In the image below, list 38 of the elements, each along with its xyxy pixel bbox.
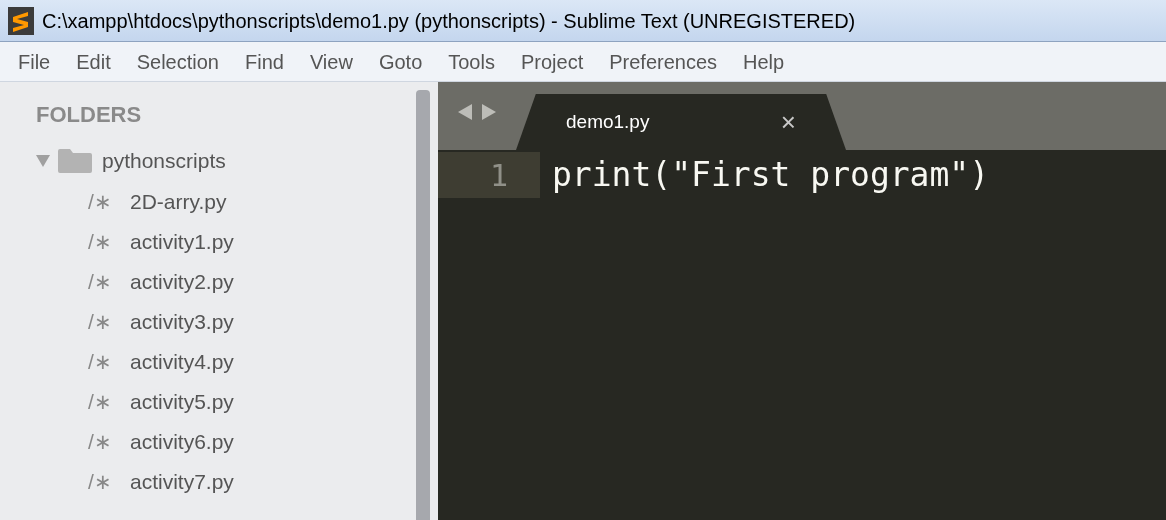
menu-item[interactable]: View [309, 46, 353, 77]
file-icon: /∗ [88, 266, 130, 298]
sidebar-heading: FOLDERS [36, 101, 143, 129]
file-icon: /∗ [88, 466, 130, 498]
file-icon: /∗ [88, 346, 130, 378]
file-icon: /∗ [88, 226, 130, 258]
menu-item[interactable]: Find [245, 46, 284, 77]
file-name[interactable]: activity2.py [130, 266, 234, 298]
file-name[interactable]: activity1.py [130, 226, 234, 258]
menu-item[interactable]: File [18, 46, 51, 77]
file-name[interactable]: activity6.py [130, 426, 234, 458]
line-number: 1 [438, 152, 540, 198]
menu-item[interactable]: Help [743, 46, 785, 77]
file-name[interactable]: activity5.py [130, 386, 234, 418]
menu-item[interactable]: Selection [136, 46, 219, 77]
file-name[interactable]: activity7.py [130, 466, 234, 498]
folder-name: pythonscripts [102, 147, 226, 174]
menu-item[interactable]: Tools [448, 46, 495, 77]
menu-item[interactable]: Edit [76, 46, 111, 77]
menu-item[interactable]: Preferences [609, 46, 718, 77]
window-title: C:\xampp\htdocs\pythonscripts\demo1.py (pythonscripts) - Sublime Text (UNREGISTERED) [42, 8, 856, 34]
close-button[interactable]: × [780, 102, 796, 142]
disclosure-triangle-icon[interactable] [36, 154, 50, 167]
file-icon: /∗ [88, 306, 130, 338]
menu-item[interactable]: Project [520, 46, 584, 77]
app-logo-icon [8, 6, 34, 35]
previous-arrow-icon[interactable] [458, 104, 472, 120]
file-name[interactable]: activity4.py [130, 346, 234, 378]
tab[interactable]: demo1.py × [516, 94, 846, 150]
file-icon: /∗ [88, 426, 130, 458]
menu-item[interactable]: Goto [378, 46, 423, 77]
folder-icon [58, 148, 92, 173]
file-icon: /∗ [88, 386, 130, 418]
file-name[interactable]: 2D-arry.py [130, 186, 227, 218]
code-line: print("First program") [551, 154, 990, 197]
file-name[interactable]: activity3.py [130, 306, 234, 338]
file-icon: /∗ [88, 186, 130, 218]
next-arrow-icon[interactable] [482, 104, 496, 120]
